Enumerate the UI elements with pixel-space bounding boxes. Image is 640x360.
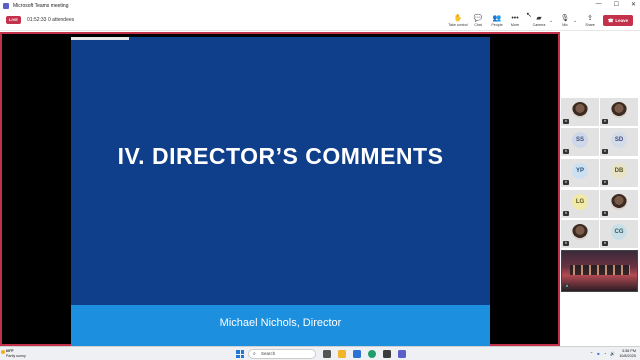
participant-avatar: LG	[572, 194, 588, 210]
clock[interactable]: 3:38 PM 10/8/2025	[619, 349, 636, 358]
chevron-up-icon[interactable]: ⌃	[590, 351, 593, 356]
wifi-icon[interactable]: ◔	[604, 351, 606, 356]
participant-tile[interactable]: CG ✕	[600, 220, 638, 248]
take-control-button[interactable]: ✋ Take control	[447, 14, 469, 28]
room-audience	[570, 265, 630, 275]
muted-mic-icon: ✕	[602, 119, 608, 124]
participant-tile[interactable]: LG ✕	[561, 190, 599, 218]
phone-icon: ☎	[607, 17, 614, 23]
muted-mic-icon: ✕	[563, 211, 569, 216]
mic-options-chevron-icon[interactable]: ⌄	[573, 18, 577, 24]
muted-mic-icon: ✕	[602, 180, 608, 185]
participant-tile[interactable]: ✕	[600, 190, 638, 218]
muted-mic-icon: ✕	[563, 241, 569, 246]
participant-avatar: SS	[572, 132, 588, 148]
participant-tile[interactable]: ✕	[600, 98, 638, 126]
teams-taskbar-icon[interactable]	[398, 350, 406, 358]
room-video-tile[interactable]: ✕	[561, 250, 638, 292]
muted-mic-icon: ✕	[602, 149, 608, 154]
minimize-button[interactable]: —	[596, 1, 602, 8]
share-button[interactable]: ⇪ Share	[579, 14, 601, 28]
attendee-count[interactable]: 0 attendees	[48, 17, 74, 23]
participant-tile[interactable]: ✕	[561, 98, 599, 126]
presentation-slide: IV. DIRECTOR’S COMMENTS Michael Nichols,…	[71, 37, 490, 346]
meeting-timer: 01:52:33	[27, 17, 47, 23]
muted-mic-icon: ✕	[602, 241, 608, 246]
taskbar-search[interactable]: ⌕ Search	[248, 349, 316, 359]
participant-avatar: YP	[572, 163, 588, 179]
slide-subtitle: Michael Nichols, Director	[219, 317, 342, 329]
participant-avatar	[572, 224, 588, 240]
system-tray: ⌃ ■ ◔ 🔊 3:38 PM 10/8/2025	[590, 349, 636, 358]
participant-tile[interactable]: SS ✕	[561, 128, 599, 156]
close-button[interactable]: ✕	[631, 1, 636, 8]
participant-avatar: DB	[611, 163, 627, 179]
edge-icon[interactable]	[368, 350, 376, 358]
participant-avatar	[611, 102, 627, 118]
sun-icon	[1, 350, 5, 354]
mail-icon[interactable]	[353, 350, 361, 358]
live-badge: LIVE	[6, 16, 21, 24]
slide-heading: IV. DIRECTOR’S COMMENTS	[117, 143, 444, 169]
slide-footer: Michael Nichols, Director	[71, 305, 490, 346]
file-explorer-icon[interactable]	[338, 350, 346, 358]
windows-taskbar: 69°F Partly sunny ⌕ Search ⌃ ■ ◔ 🔊 3:38 …	[0, 346, 640, 360]
mouse-cursor-icon: ↖	[526, 12, 532, 19]
meeting-toolbar: LIVE 01:52:33 0 attendees ✋ Take control…	[0, 11, 640, 31]
muted-mic-icon: ✕	[563, 180, 569, 185]
teams-app-icon	[3, 2, 9, 9]
slide-title-tab	[71, 37, 129, 40]
participant-avatar	[611, 194, 627, 210]
muted-mic-icon: ✕	[563, 149, 569, 154]
window-title: Microsoft Teams meeting	[13, 2, 69, 9]
more-icon: •••	[511, 15, 519, 22]
maximize-button[interactable]: ☐	[614, 1, 619, 8]
muted-mic-icon: ✕	[563, 119, 569, 124]
bluetooth-icon[interactable]: ■	[597, 351, 599, 356]
participant-tile[interactable]: DB ✕	[600, 159, 638, 187]
participant-tile[interactable]: YP ✕	[561, 159, 599, 187]
participant-tile[interactable]: SD ✕	[600, 128, 638, 156]
participant-avatar: CG	[611, 224, 627, 240]
windows-start-icon[interactable]	[236, 350, 244, 358]
search-icon: ⌕	[253, 351, 256, 357]
leave-button[interactable]: ☎ Leave	[603, 15, 633, 26]
camera-options-chevron-icon[interactable]: ⌄	[549, 18, 553, 24]
share-icon: ⇪	[587, 15, 593, 22]
participant-tile[interactable]: ✕	[561, 220, 599, 248]
volume-icon[interactable]: 🔊	[610, 351, 615, 356]
participant-avatar	[572, 102, 588, 118]
window-controls: — ☐ ✕	[596, 1, 636, 8]
muted-mic-icon: ✕	[564, 284, 570, 289]
weather-widget[interactable]: 69°F Partly sunny	[1, 349, 26, 358]
more-button[interactable]: ••• More	[504, 14, 526, 28]
hand-icon: ✋	[453, 15, 463, 22]
window-titlebar: Microsoft Teams meeting	[0, 0, 640, 11]
task-view-icon[interactable]	[323, 350, 331, 358]
store-icon[interactable]	[383, 350, 391, 358]
muted-mic-icon: ✕	[602, 211, 608, 216]
participant-avatar: SD	[611, 132, 627, 148]
